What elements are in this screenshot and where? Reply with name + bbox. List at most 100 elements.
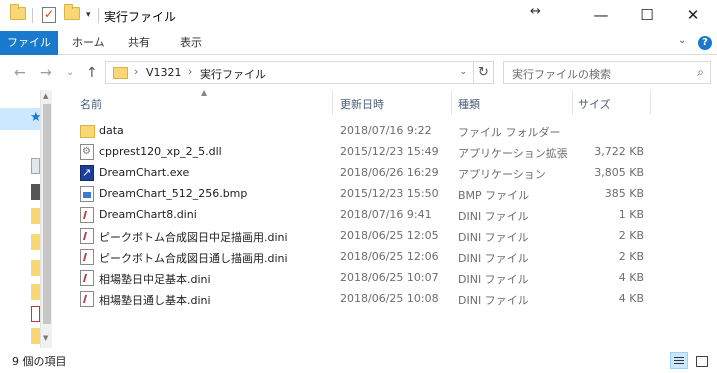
up-button[interactable]: ↑ [86, 65, 98, 81]
tab-share[interactable]: 共有 [128, 31, 150, 55]
file-size: 385 KB [604, 187, 644, 200]
breadcrumb-chevron-icon[interactable]: › [134, 65, 138, 78]
column-header: ▲ 名前 更新日時 種類 サイズ [52, 88, 717, 115]
back-button[interactable]: ← [14, 65, 26, 81]
file-type: DINI ファイル [458, 231, 529, 244]
forward-button[interactable]: → [40, 65, 52, 81]
search-icon[interactable]: ⌕ [697, 65, 704, 80]
column-divider[interactable] [650, 90, 651, 115]
nav-item-icon[interactable] [31, 184, 40, 200]
search-input[interactable]: 実行ファイルの検索 ⌕ [503, 61, 711, 84]
ribbon-tabs: ファイル ホーム 共有 表示 ⌄ ? [0, 31, 717, 55]
window-title: 実行ファイル [104, 10, 177, 24]
scroll-up-icon[interactable]: ▲ [43, 92, 48, 100]
file-type: ファイル フォルダー [458, 126, 561, 139]
file-date: 2018/07/16 9:22 [340, 124, 432, 137]
column-size[interactable]: サイズ [578, 96, 611, 112]
column-divider[interactable] [451, 90, 452, 115]
column-date[interactable]: 更新日時 [340, 96, 384, 112]
file-size: 2 KB [618, 229, 644, 242]
column-divider[interactable] [572, 90, 573, 115]
file-row[interactable]: 相場塾日通し基本.dini 2018/06/25 10:08 DINI ファイル… [52, 289, 717, 310]
nav-folder-icon[interactable] [31, 208, 40, 224]
file-row[interactable]: 相場塾日中足基本.dini 2018/06/25 10:07 DINI ファイル… [52, 268, 717, 289]
file-row[interactable]: cpprest120_xp_2_5.dll 2015/12/23 15:49 ア… [52, 142, 717, 163]
column-type[interactable]: 種類 [458, 96, 480, 112]
file-size: 1 KB [618, 208, 644, 221]
breadcrumb-current[interactable]: 実行ファイル [200, 66, 266, 82]
nav-item-icon[interactable] [31, 306, 40, 322]
file-type: DINI ファイル [458, 252, 529, 265]
folder-icon[interactable] [10, 4, 26, 20]
file-type: アプリケーション [458, 168, 546, 181]
file-name: 相場塾日中足基本.dini [99, 273, 211, 286]
details-view-button[interactable] [670, 352, 688, 369]
tab-home[interactable]: ホーム [72, 31, 105, 55]
file-row[interactable]: DreamChart8.dini 2018/07/16 9:41 DINI ファ… [52, 205, 717, 226]
title-separator [98, 8, 99, 23]
file-name: data [99, 124, 124, 137]
file-list: data 2018/07/16 9:22 ファイル フォルダー cpprest1… [52, 121, 717, 310]
dini-icon [80, 270, 94, 286]
breadcrumb-chevron-icon[interactable]: › [188, 65, 192, 78]
file-type: DINI ファイル [458, 210, 529, 223]
exe-icon [80, 165, 94, 181]
address-dropdown-icon[interactable]: ⌄ [459, 67, 467, 77]
file-type: DINI ファイル [458, 273, 529, 286]
file-date: 2018/06/25 12:05 [340, 229, 439, 242]
title-bar: ▾ 実行ファイル ↔ — ☐ ✕ [0, 0, 717, 31]
file-date: 2018/06/25 10:07 [340, 271, 439, 284]
navigation-pane: ★ ▲ ▼ [0, 90, 52, 348]
nav-folder-icon[interactable] [31, 234, 40, 250]
file-size: 3,805 KB [594, 166, 644, 179]
bmp-icon [80, 186, 94, 202]
resize-icon: ↔ [530, 4, 541, 19]
recent-locations-button[interactable]: ⌄ [66, 67, 74, 78]
column-divider[interactable] [332, 90, 333, 115]
scroll-thumb[interactable] [43, 104, 51, 324]
new-folder-icon[interactable] [64, 4, 80, 20]
file-name: DreamChart.exe [99, 166, 190, 179]
file-row[interactable]: data 2018/07/16 9:22 ファイル フォルダー [52, 121, 717, 142]
close-button[interactable]: ✕ [670, 0, 716, 31]
dll-icon [80, 144, 94, 160]
file-name: ピークボトム合成図日通し描画用.dini [99, 252, 288, 265]
file-type: DINI ファイル [458, 294, 529, 307]
file-date: 2015/12/23 15:50 [340, 187, 439, 200]
file-size: 3,722 KB [594, 145, 644, 158]
sort-ascending-icon: ▲ [201, 88, 208, 97]
file-row[interactable]: DreamChart_512_256.bmp 2015/12/23 15:50 … [52, 184, 717, 205]
help-icon[interactable]: ? [698, 36, 712, 50]
navigation-bar: ← → ⌄ ↑ › V1321 › 実行ファイル ⌄ ↻ 実行ファイルの検索 ⌕ [0, 56, 717, 90]
file-row[interactable]: ピークボトム合成図日中足描画用.dini 2018/06/25 12:05 DI… [52, 226, 717, 247]
file-date: 2015/12/23 15:49 [340, 145, 439, 158]
column-name[interactable]: 名前 [80, 96, 102, 112]
dini-icon [80, 207, 94, 223]
search-placeholder: 実行ファイルの検索 [512, 68, 611, 81]
breadcrumb-v1321[interactable]: V1321 [146, 66, 182, 79]
tab-file[interactable]: ファイル [0, 31, 58, 55]
tab-view[interactable]: 表示 [180, 31, 202, 55]
scroll-down-icon[interactable]: ▼ [43, 334, 48, 342]
file-row[interactable]: ピークボトム合成図日通し描画用.dini 2018/06/25 12:06 DI… [52, 247, 717, 268]
file-date: 2018/06/25 12:06 [340, 250, 439, 263]
quick-access-dropdown-icon[interactable]: ▾ [86, 10, 91, 20]
refresh-button[interactable]: ↻ [474, 61, 494, 84]
file-name: cpprest120_xp_2_5.dll [99, 145, 222, 158]
nav-folder-icon[interactable] [31, 328, 40, 344]
nav-folder-icon[interactable] [31, 284, 40, 300]
file-date: 2018/06/25 10:08 [340, 292, 439, 305]
address-folder-icon [113, 67, 128, 79]
minimize-button[interactable]: — [578, 0, 624, 31]
dini-icon [80, 291, 94, 307]
nav-item-icon[interactable] [31, 158, 40, 174]
address-bar[interactable]: › V1321 › 実行ファイル ⌄ [105, 61, 474, 84]
maximize-button[interactable]: ☐ [624, 0, 670, 31]
nav-folder-icon[interactable] [31, 260, 40, 276]
nav-scrollbar[interactable]: ▲ ▼ [40, 90, 52, 348]
ribbon-expand-icon[interactable]: ⌄ [678, 35, 686, 46]
file-row[interactable]: DreamChart.exe 2018/06/26 16:29 アプリケーション… [52, 163, 717, 184]
properties-icon[interactable] [42, 7, 56, 23]
large-icons-view-button[interactable] [692, 352, 710, 369]
file-date: 2018/07/16 9:41 [340, 208, 432, 221]
